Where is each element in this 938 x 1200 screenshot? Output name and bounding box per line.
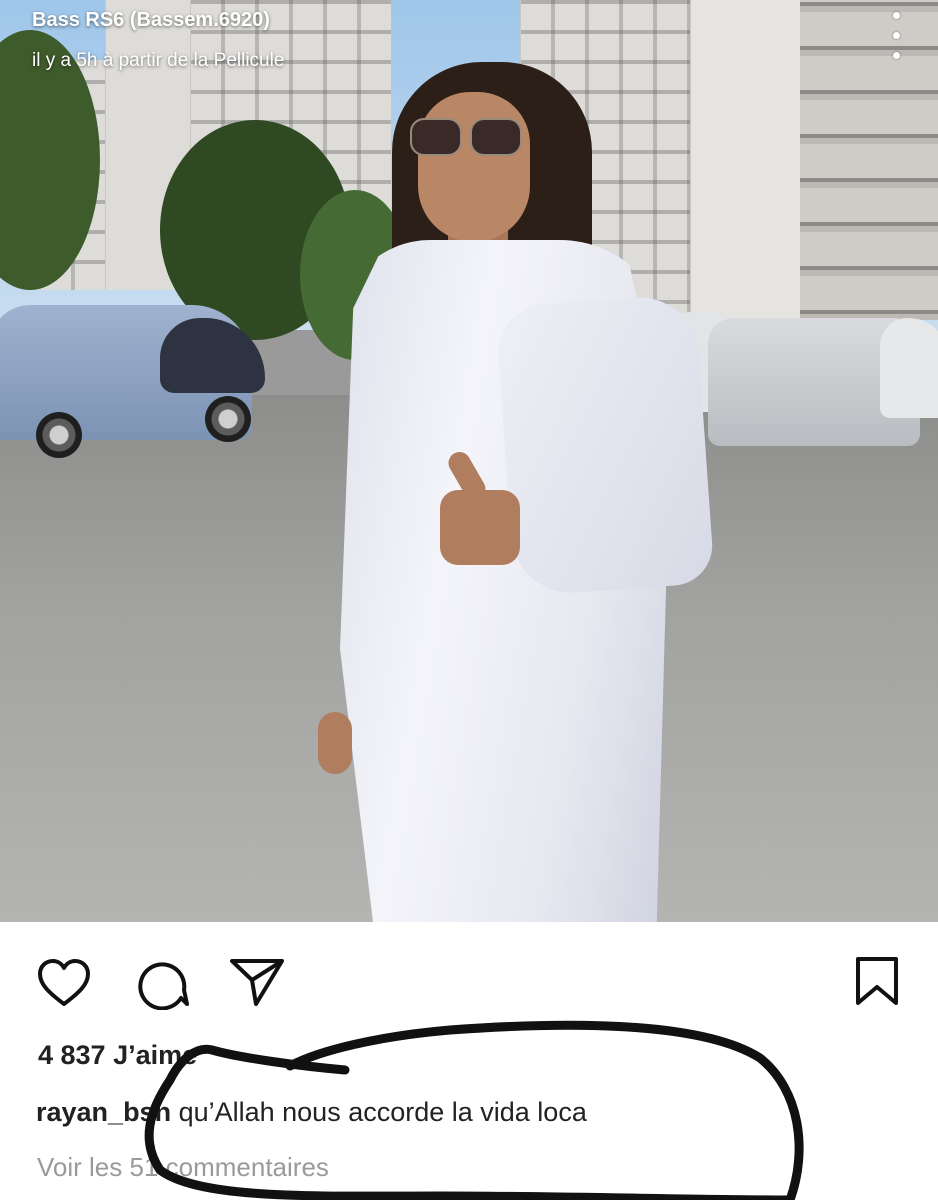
story-author[interactable]: Bass RS6 (Bassem.6920) <box>32 9 270 32</box>
story-subtitle: il y a 5h à partir de la Pellicule <box>32 50 285 71</box>
caption-text: qu’Allah nous accorde la vida loca <box>171 1097 587 1127</box>
sunglasses-lens-left <box>410 118 462 156</box>
robe-sleeve <box>495 293 715 597</box>
thumbs-up-hand <box>440 490 520 565</box>
sunglasses-lens-right <box>470 118 522 156</box>
comment-icon[interactable] <box>134 956 190 1011</box>
left-hand <box>318 712 352 774</box>
bookmark-icon[interactable] <box>852 955 902 1009</box>
white-car-right <box>880 318 938 418</box>
more-vertical-icon[interactable] <box>884 8 908 64</box>
person-face <box>418 92 530 242</box>
building-right-wall <box>690 0 806 320</box>
like-count[interactable]: 4 837 J’aime <box>38 1040 197 1071</box>
post-photo[interactable]: Bass RS6 (Bassem.6920) il y a 5h à parti… <box>0 0 938 922</box>
paper-plane-icon[interactable] <box>228 956 286 1008</box>
post-caption: rayan_bsn qu’Allah nous accorde la vida … <box>36 1097 587 1128</box>
caption-username[interactable]: rayan_bsn <box>36 1097 171 1127</box>
view-comments-link[interactable]: Voir les 51 commentaires <box>37 1152 329 1183</box>
building-balconies <box>800 0 938 320</box>
heart-icon[interactable] <box>36 958 92 1008</box>
car-wheel <box>205 396 251 442</box>
car-wheel <box>36 412 82 458</box>
